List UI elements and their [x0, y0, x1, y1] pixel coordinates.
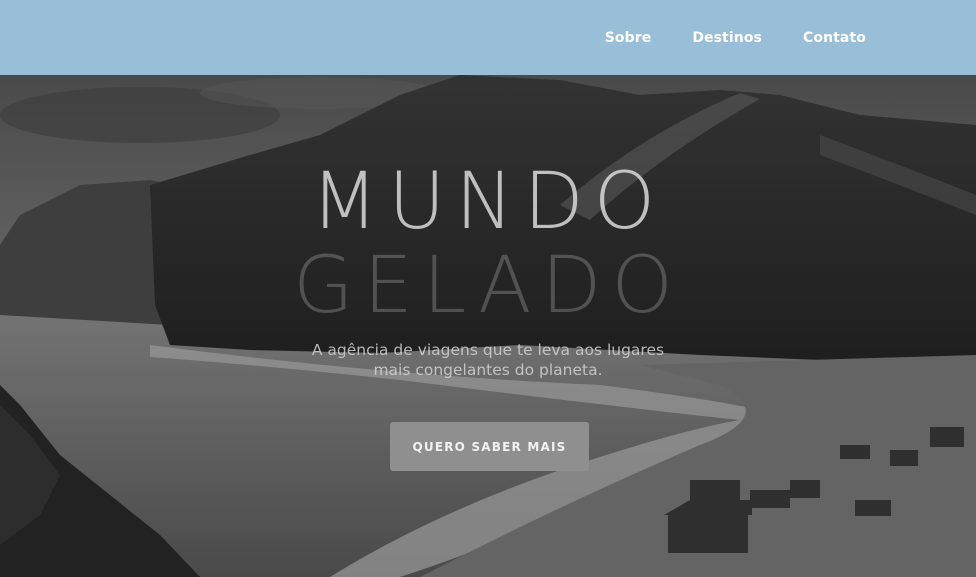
quero-saber-mais-button[interactable]: QUERO SABER MAIS	[390, 422, 589, 471]
nav-link-sobre[interactable]: Sobre	[605, 30, 652, 46]
hero-title-line-1: MUNDO	[310, 157, 666, 247]
hero-subtitle-line-1: A agência de viagens que te leva aos lug…	[311, 341, 665, 359]
hero-section: MUNDO GELADO A agência de viagens que te…	[0, 75, 976, 577]
main-nav: Sobre Destinos Contato	[605, 30, 866, 46]
hero-subtitle: A agência de viagens que te leva aos lug…	[0, 340, 976, 380]
hero-title-line-2: GELADO	[293, 241, 683, 331]
hero-subtitle-line-2: mais congelantes do planeta.	[373, 361, 603, 379]
nav-link-contato[interactable]: Contato	[803, 30, 866, 46]
nav-link-destinos[interactable]: Destinos	[692, 30, 762, 46]
top-navigation-bar: Sobre Destinos Contato	[0, 0, 976, 75]
